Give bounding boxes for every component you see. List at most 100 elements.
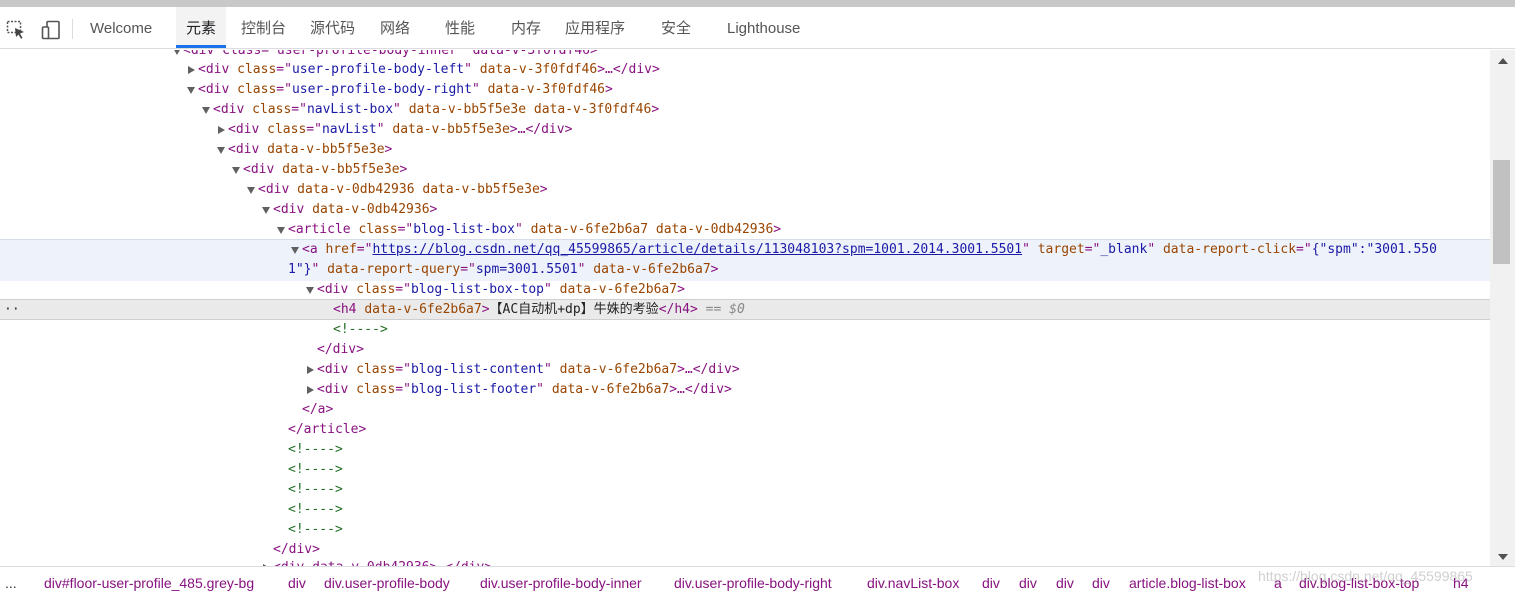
tab-lighthouse[interactable]: Lighthouse (727, 7, 800, 48)
scrollbar-thumb[interactable] (1493, 160, 1510, 264)
tab-label: 内存 (511, 20, 542, 37)
breadcrumb-item[interactable]: div (982, 567, 1000, 596)
tab-sources[interactable]: 源代码 (310, 7, 355, 48)
tag-close: > (384, 142, 393, 157)
attr-name: data-report-query (327, 262, 461, 277)
tag-open: <div (317, 282, 357, 297)
more-options-dots[interactable]: ·· (4, 300, 20, 320)
dom-node-row[interactable]: <div data-v-0db42936> (0, 200, 1490, 220)
tag-close: >…</div> (677, 362, 740, 377)
expand-triangle-icon[interactable] (186, 60, 196, 80)
tab-welcome[interactable]: Welcome (90, 7, 152, 48)
attr-value: blog-list-box (413, 222, 515, 237)
breadcrumb-item[interactable]: div.user-profile-body (324, 567, 450, 596)
closing-tag: </div> (317, 342, 364, 357)
dom-node-row[interactable]: <!----> (0, 320, 1490, 340)
dom-node-row[interactable]: <div class="blog-list-box-top" data-v-6f… (0, 280, 1490, 300)
dom-node-row[interactable]: </div> (0, 540, 1490, 560)
collapse-triangle-icon[interactable] (261, 200, 271, 220)
tag-close: > (651, 102, 660, 117)
dom-node-row[interactable]: <!----> (0, 520, 1490, 540)
expand-triangle-icon[interactable] (305, 380, 315, 400)
dom-node-line: <div class="user-profile-body-left" data… (198, 60, 660, 80)
tab-network[interactable]: 网络 (380, 7, 410, 48)
console-ref: == $0 (697, 302, 745, 317)
scroll-up-arrow-icon[interactable] (1498, 58, 1508, 64)
breadcrumb-item[interactable]: div (1056, 567, 1074, 596)
expand-triangle-icon[interactable] (305, 360, 315, 380)
href-link[interactable]: https://blog.csdn.net/qq_45599865/articl… (372, 242, 1022, 257)
tab-security[interactable]: 安全 (661, 7, 691, 48)
attr-name: data-v-0db42936 data-v-bb5f5e3e (297, 182, 540, 197)
inspect-element-icon[interactable] (5, 19, 27, 41)
tab-console[interactable]: 控制台 (241, 7, 286, 48)
collapse-triangle-icon[interactable] (276, 220, 286, 240)
dom-node-row[interactable]: <div class="navList-box" data-v-bb5f5e3e… (0, 100, 1490, 120)
attr-quote: " (393, 102, 409, 117)
attr-quote: =" (397, 222, 414, 237)
dom-node-row[interactable]: <article class="blog-list-box" data-v-6f… (0, 220, 1490, 240)
dom-node-row[interactable]: </div> (0, 340, 1490, 360)
expand-triangle-icon[interactable] (216, 120, 226, 140)
dom-node-row[interactable]: <!----> (0, 480, 1490, 500)
dom-node-row[interactable]: <div data-v-bb5f5e3e> (0, 160, 1490, 180)
attr-value: navList-box (306, 102, 394, 117)
dom-node-row[interactable]: <div class="user-profile-body-left" data… (0, 60, 1490, 80)
dom-node-row[interactable]: <!----> (0, 460, 1490, 480)
breadcrumb-item[interactable]: div.user-profile-body-right (674, 567, 832, 596)
dom-node-line: <div class="blog-list-footer" data-v-6fe… (317, 380, 732, 400)
tab-label: Lighthouse (727, 20, 801, 37)
attr-quote: =" (460, 262, 476, 277)
toolbar-separator (72, 19, 73, 39)
attr-name: class (237, 82, 277, 97)
tab-label: 网络 (380, 20, 411, 37)
dom-node-line: <div class="blog-list-content" data-v-6f… (317, 360, 740, 380)
expand-triangle-icon[interactable] (261, 558, 271, 566)
dom-node-row[interactable]: <!----> (0, 440, 1490, 460)
collapse-triangle-icon[interactable] (246, 180, 256, 200)
dom-node-line: <div data-v-bb5f5e3e> (243, 160, 407, 180)
dom-node-row[interactable]: </article> (0, 420, 1490, 440)
collapse-triangle-icon[interactable] (290, 240, 300, 260)
attr-name: data-v-bb5f5e3e (282, 162, 400, 177)
dom-node-row[interactable]: <div data-v-bb5f5e3e> (0, 140, 1490, 160)
breadcrumb-item[interactable]: div#floor-user-profile_485.grey-bg (44, 567, 254, 596)
watermark: https://blog.csdn.net/qq_45599865 (1258, 568, 1473, 584)
vertical-scrollbar[interactable] (1490, 50, 1515, 566)
collapse-triangle-icon[interactable] (231, 160, 241, 180)
collapse-triangle-icon[interactable] (186, 80, 196, 100)
dom-node-row[interactable]: <div data-v-0db42936 data-v-bb5f5e3e> (0, 180, 1490, 200)
attr-name: data-v-bb5f5e3e (392, 122, 510, 137)
dom-node-row[interactable]: <!----> (0, 500, 1490, 520)
breadcrumb-item[interactable]: div (288, 567, 306, 596)
tab-application[interactable]: 应用程序 (565, 7, 625, 48)
breadcrumb-item[interactable]: div.user-profile-body-inner (480, 567, 642, 596)
dom-node-row[interactable]: <div class="navList" data-v-bb5f5e3e>…</… (0, 120, 1490, 140)
breadcrumb-item[interactable]: div.navList-box (867, 567, 959, 596)
tab-memory[interactable]: 内存 (511, 7, 541, 48)
scroll-down-arrow-icon[interactable] (1498, 554, 1508, 560)
attr-name: data-v-6fe2b6a7 (559, 282, 678, 297)
tag-open: <a (302, 242, 326, 257)
dom-node-row[interactable]: </a> (0, 400, 1490, 420)
tag-close: >…</div> (509, 122, 573, 137)
breadcrumb-item[interactable]: div (1019, 567, 1037, 596)
device-toolbar-icon[interactable] (40, 19, 62, 41)
tag-close: > (710, 262, 719, 277)
breadcrumb-item[interactable]: article.blog-list-box (1129, 567, 1246, 596)
dom-node-row-hovered[interactable]: <a href="https://blog.csdn.net/qq_455998… (0, 239, 1490, 281)
collapse-triangle-icon[interactable] (305, 280, 315, 300)
dom-node-row-selected[interactable]: ·· <h4 data-v-6fe2b6a7>【AC自动机+dp】牛姝的考验</… (0, 299, 1490, 320)
collapse-triangle-icon[interactable] (216, 140, 226, 160)
collapse-triangle-icon[interactable] (201, 100, 211, 120)
dom-node-row[interactable]: <div class="user-profile-body-right" dat… (0, 80, 1490, 100)
dom-node-row[interactable]: <div class="blog-list-content" data-v-6f… (0, 360, 1490, 380)
tab-elements[interactable]: 元素 (176, 7, 227, 48)
dom-node-row[interactable]: <div data-v-0db42936>…</div> (0, 558, 1490, 566)
breadcrumb-item[interactable]: div (1092, 567, 1110, 596)
dom-node-line-wrapped: 1"}" data-report-query="spm=3001.5501" d… (288, 260, 719, 280)
dom-node-row[interactable]: <div class="blog-list-footer" data-v-6fe… (0, 380, 1490, 400)
attr-quote: " (544, 282, 560, 297)
tab-performance[interactable]: 性能 (445, 7, 475, 48)
breadcrumb-more[interactable]: ... (5, 567, 17, 600)
